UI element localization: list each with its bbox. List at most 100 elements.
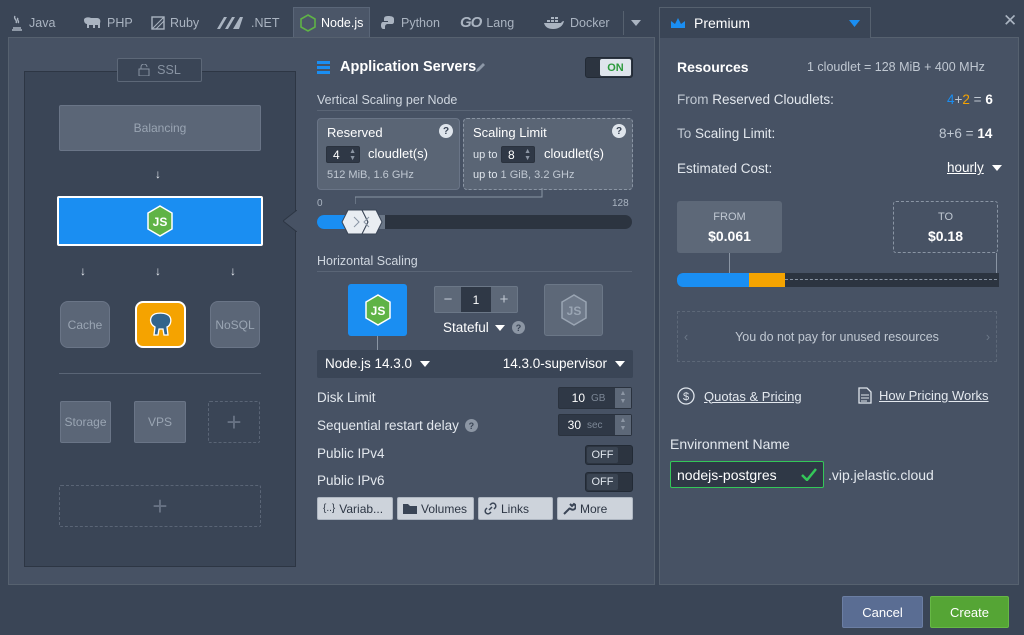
limit-cloudlets-input[interactable]: 8 ▲ ▼: [501, 146, 535, 163]
limit-prefix: up to: [473, 149, 498, 161]
spinner-arrows-icon[interactable]: ▲ ▼: [349, 148, 356, 162]
reserved-value: 4: [333, 147, 340, 162]
chevron-left-icon[interactable]: ‹: [684, 330, 688, 344]
postgresql-node[interactable]: [135, 301, 186, 348]
create-button[interactable]: Create: [930, 596, 1009, 628]
disk-limit-input[interactable]: 10 GB ▲ ▼: [558, 387, 632, 409]
reserved-b: 2: [962, 92, 970, 107]
engine-tabs: Java PHP Ruby .NET Node.js Python GO Lan…: [8, 7, 648, 38]
cache-node[interactable]: Cache: [60, 301, 110, 348]
braces-icon: {..}: [323, 503, 336, 514]
tab-python[interactable]: Python: [380, 7, 440, 38]
add-extra-node-button[interactable]: +: [208, 401, 260, 443]
links-button[interactable]: Links: [478, 497, 553, 520]
cost-range-bar: [677, 273, 999, 287]
nodejs-app-node[interactable]: JS: [57, 196, 263, 246]
plan-dropdown[interactable]: Premium: [659, 7, 871, 38]
ipv4-state: OFF: [587, 447, 618, 463]
help-icon[interactable]: ?: [512, 321, 525, 334]
folder-icon: [403, 504, 417, 514]
close-icon[interactable]: ✕: [1003, 11, 1017, 31]
servers-toggle[interactable]: ON: [585, 57, 633, 78]
slider-handle-icon[interactable]: [340, 209, 386, 235]
ipv4-toggle[interactable]: OFF: [585, 445, 633, 465]
restart-delay-label: Sequential restart delay: [317, 418, 459, 433]
engine-version-dropdown[interactable]: Node.js 14.3.0: [325, 356, 431, 371]
pointer-notch-icon: [283, 210, 297, 232]
help-icon[interactable]: ?: [464, 419, 478, 432]
restart-delay-input[interactable]: 30 sec ▲ ▼: [558, 414, 632, 436]
reserved-box: Reserved ? 4 ▲ ▼ cloudlet(s) 512 MiB, 1.6 …: [317, 118, 460, 190]
cost-period-dropdown[interactable]: hourly: [947, 160, 1002, 175]
java-icon: [12, 15, 22, 31]
slider-connector: [355, 188, 543, 204]
engine-row: Node.js 14.3.0 14.3.0-supervisor: [317, 350, 633, 378]
edit-pencil-icon[interactable]: [475, 62, 486, 73]
vps-node[interactable]: VPS: [134, 401, 186, 443]
tab-golang[interactable]: GO Lang: [460, 7, 514, 38]
tab-php[interactable]: PHP: [82, 7, 133, 38]
storage-label: Storage: [64, 415, 107, 429]
how-link-text[interactable]: How Pricing Works: [879, 388, 989, 403]
cost-to-box: TO $0.18: [893, 201, 998, 253]
help-icon[interactable]: ?: [439, 124, 453, 138]
minus-icon[interactable]: −: [435, 291, 461, 308]
svg-text:JS: JS: [370, 304, 385, 318]
stateful-dropdown[interactable]: Stateful: [443, 320, 505, 335]
spinner-arrows-icon[interactable]: ▲ ▼: [615, 388, 631, 408]
resources-label: Resources: [677, 59, 749, 75]
plus-icon: +: [226, 406, 242, 437]
tag-dropdown[interactable]: 14.3.0-supervisor: [503, 356, 625, 371]
checkmark-icon: [801, 468, 817, 481]
environment-name-label: Environment Name: [670, 436, 790, 452]
chevron-down-icon: [420, 360, 431, 367]
plus-icon[interactable]: +: [491, 291, 517, 308]
more-tabs-dropdown[interactable]: [623, 11, 647, 35]
ipv6-toggle[interactable]: OFF: [585, 472, 633, 492]
variables-label: Variab...: [339, 501, 384, 516]
add-layer-button[interactable]: +: [59, 485, 261, 527]
restart-value: 30: [567, 418, 581, 432]
cancel-button[interactable]: Cancel: [842, 596, 923, 628]
node-count-stepper[interactable]: − 1 +: [434, 286, 518, 313]
nodejs-node-icon: JS: [348, 284, 407, 336]
how-pricing-works-link[interactable]: How Pricing Works: [858, 387, 989, 404]
tab-java[interactable]: Java: [10, 7, 55, 38]
balancing-node[interactable]: Balancing: [59, 105, 261, 151]
tab-docker[interactable]: Docker: [543, 7, 610, 38]
more-button[interactable]: More: [557, 497, 633, 520]
variables-button[interactable]: {..} Variab...: [317, 497, 393, 520]
volumes-label: Volumes: [421, 501, 468, 516]
arrow-down-icon: ↓: [80, 264, 86, 278]
toggle-state: ON: [600, 59, 631, 76]
quotas-pricing-link[interactable]: $ Quotas & Pricing: [677, 387, 802, 405]
document-icon: [858, 387, 872, 404]
spinner-arrows-icon[interactable]: ▲ ▼: [524, 148, 531, 162]
menu-icon: [317, 61, 330, 74]
links-label: Links: [501, 501, 530, 516]
chevron-down-icon: [991, 164, 1002, 171]
tab-ruby[interactable]: Ruby: [151, 7, 199, 38]
storage-node[interactable]: Storage: [60, 401, 111, 443]
quotas-link-text[interactable]: Quotas & Pricing: [704, 389, 802, 404]
reserved-cloudlets-label: Reserved Cloudlets:: [712, 92, 834, 107]
connector-line: [377, 336, 378, 350]
tab-dotnet[interactable]: .NET: [216, 7, 279, 38]
nosql-node[interactable]: NoSQL: [210, 301, 260, 348]
arrow-down-icon: ↓: [155, 264, 161, 278]
slider-max: 128: [612, 198, 629, 209]
restart-delay-row: Sequential restart delay ?: [317, 418, 478, 433]
tab-label: Java: [29, 15, 56, 30]
reserved-info: 512 MiB, 1.6 GHz: [327, 169, 414, 181]
plan-label: Premium: [694, 15, 751, 31]
tab-label: Ruby: [170, 15, 200, 30]
chevron-right-icon[interactable]: ›: [986, 330, 990, 344]
help-icon[interactable]: ?: [612, 124, 626, 138]
spinner-arrows-icon[interactable]: ▲ ▼: [615, 415, 631, 435]
tab-nodejs[interactable]: Node.js: [293, 7, 371, 38]
environment-name-input[interactable]: nodejs-postgres: [670, 461, 824, 488]
reserved-cloudlets-input[interactable]: 4 ▲ ▼: [326, 146, 360, 163]
volumes-button[interactable]: Volumes: [397, 497, 474, 520]
plus-icon: +: [152, 490, 168, 521]
ssl-toggle[interactable]: SSL: [117, 58, 202, 82]
